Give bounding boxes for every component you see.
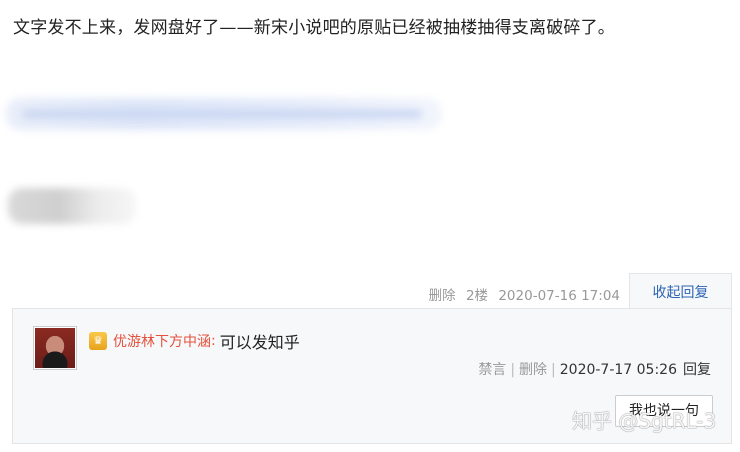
floor-number: 2楼 — [465, 288, 489, 304]
reply-colon: : — [211, 333, 216, 349]
reply-timestamp: 2020-7-17 05:26 — [559, 362, 677, 378]
reply-username[interactable]: 优游林下方中涵 — [113, 331, 211, 351]
floor-timestamp: 2020-07-16 17:04 — [498, 288, 620, 304]
reply-line: ♛ 优游林下方中涵 : 可以发知乎 — [89, 329, 300, 353]
post-text: 文字发不上来，发网盘好了——新宋小说吧的原贴已经被抽楼抽得支离破碎了。 — [13, 18, 615, 38]
reply-link[interactable]: 回复 — [683, 362, 711, 378]
reply-text: 可以发知乎 — [219, 333, 300, 352]
blurred-link[interactable] — [6, 98, 442, 130]
crown-badge-icon: ♛ — [89, 332, 107, 350]
collapse-replies-button[interactable]: 收起回复 — [629, 273, 732, 309]
blurred-signature — [8, 188, 136, 224]
avatar[interactable] — [33, 326, 77, 370]
reply-delete-link[interactable]: 删除 — [519, 362, 547, 378]
floor-meta: 删除 2楼 2020-07-16 17:04 — [423, 284, 620, 304]
floor-delete-link[interactable]: 删除 — [429, 288, 456, 304]
watermark: 知乎 @SgtRL-3 — [572, 409, 717, 433]
ban-link[interactable]: 禁言 — [478, 362, 506, 378]
reply-meta: 禁言 | 删除 | 2020-7-17 05:26 回复 — [478, 362, 711, 378]
